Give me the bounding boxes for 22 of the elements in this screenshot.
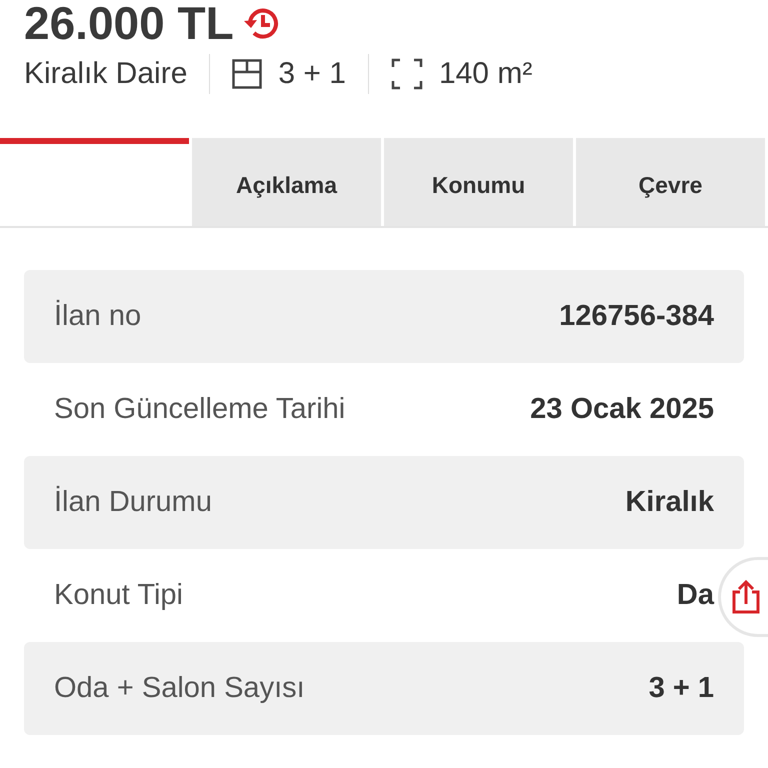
price: 26.000 TL <box>24 0 234 51</box>
detail-label: İlan no <box>54 298 142 334</box>
detail-label: Oda + Salon Sayısı <box>54 670 305 706</box>
area-size: 140 m² <box>438 56 532 92</box>
detail-label: İlan Durumu <box>54 484 212 520</box>
property-type: Kiralık Daire <box>24 56 188 92</box>
detail-value: Da <box>676 578 714 613</box>
area-icon <box>390 58 423 90</box>
detail-value: 126756-384 <box>559 298 714 334</box>
detail-value: Kiralık <box>625 484 714 520</box>
share-button[interactable] <box>718 557 768 637</box>
detail-value: 23 Ocak 2025 <box>530 392 714 427</box>
history-icon <box>242 6 280 41</box>
tab[interactable]: Çevre <box>576 138 765 226</box>
tab[interactable]: Açıklama <box>192 138 381 226</box>
room-count: 3 + 1 <box>278 56 346 92</box>
floor-plan-icon <box>232 58 262 89</box>
tab[interactable]: Konumu <box>384 138 573 226</box>
detail-label: Son Güncelleme Tarihi <box>54 392 346 427</box>
detail-label: Konut Tipi <box>54 578 183 613</box>
detail-value: 3 + 1 <box>648 670 714 706</box>
share-icon <box>731 580 761 614</box>
